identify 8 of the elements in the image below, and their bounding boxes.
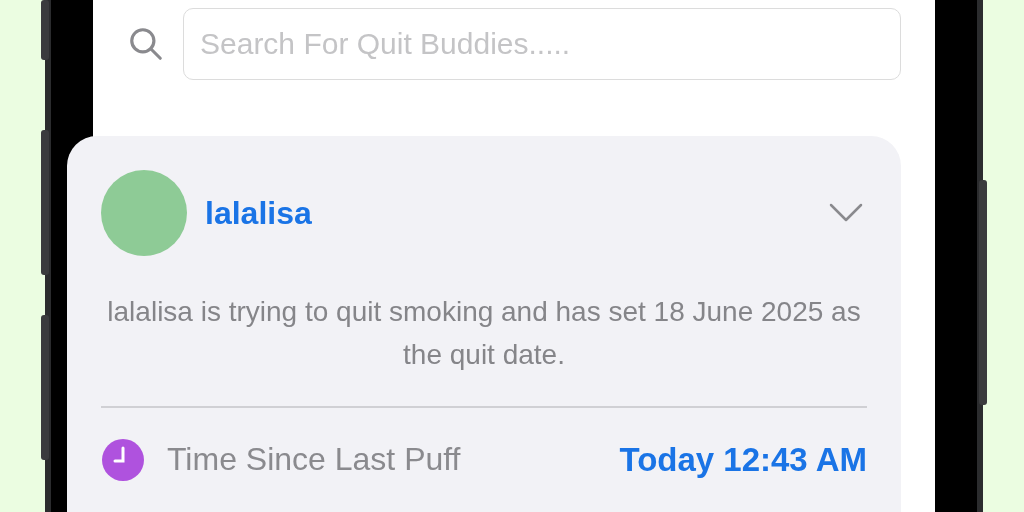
chevron-icon[interactable] <box>829 203 863 223</box>
stat-value: Today 12:43 AM <box>619 440 867 479</box>
search-icon <box>127 25 165 63</box>
stat-label: Time Since Last Puff <box>167 441 462 478</box>
clock-icon <box>101 437 145 482</box>
search-field[interactable]: Search For Quit Buddies..... <box>183 8 901 80</box>
buddy-description: lalalisa is trying to quit smoking and has set 18 June 2025 as the quit date. <box>106 295 862 372</box>
buddy-name: lalalisa <box>205 194 313 232</box>
